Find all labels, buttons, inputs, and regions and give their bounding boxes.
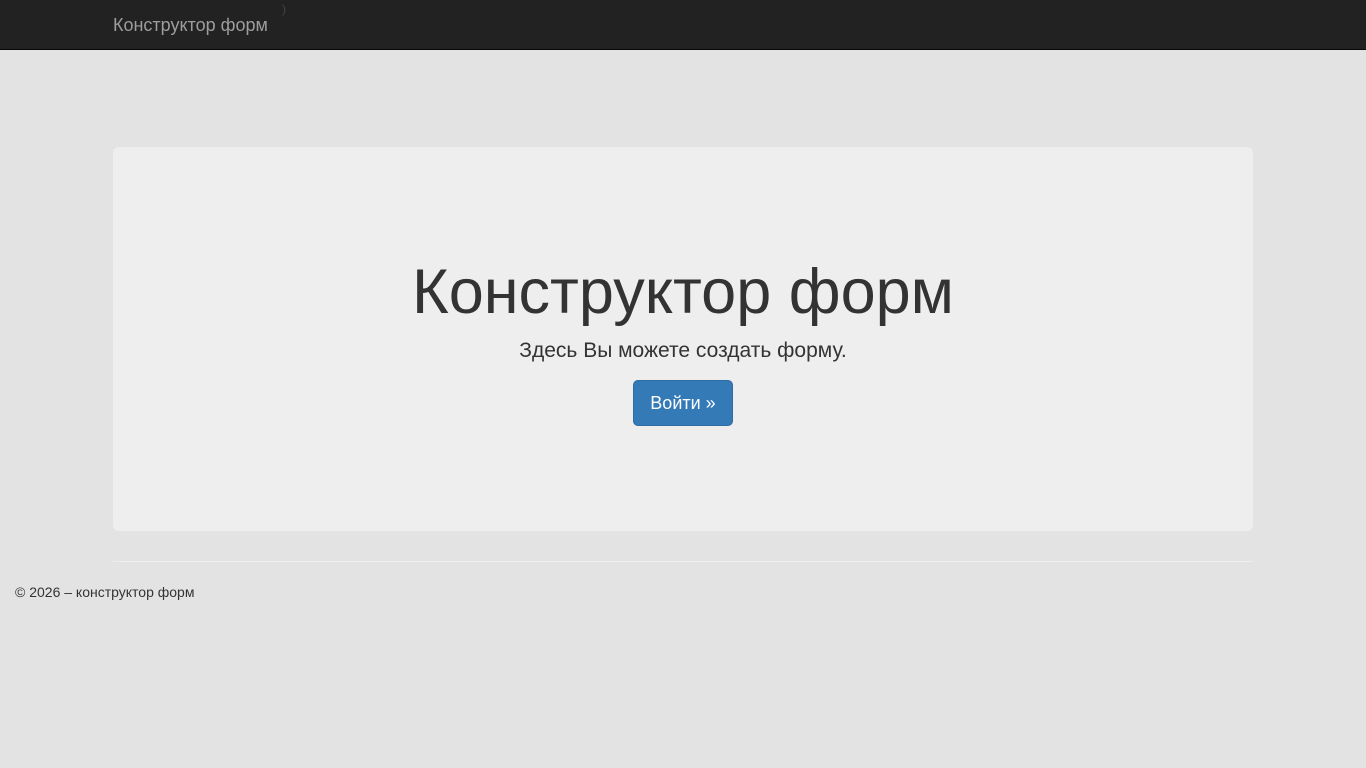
page-title: Конструктор форм: [412, 257, 954, 327]
lead-text: Здесь Вы можете создать форму.: [519, 339, 847, 362]
footer-copyright: © 2026 – конструктор форм: [15, 584, 195, 600]
navbar-brand-link[interactable]: Конструктор форм: [113, 0, 268, 50]
login-button[interactable]: Войти »: [633, 380, 733, 426]
navbar-mark: ): [282, 2, 286, 16]
footer-divider: [113, 561, 1253, 562]
top-navbar: Конструктор форм ): [0, 0, 1366, 50]
